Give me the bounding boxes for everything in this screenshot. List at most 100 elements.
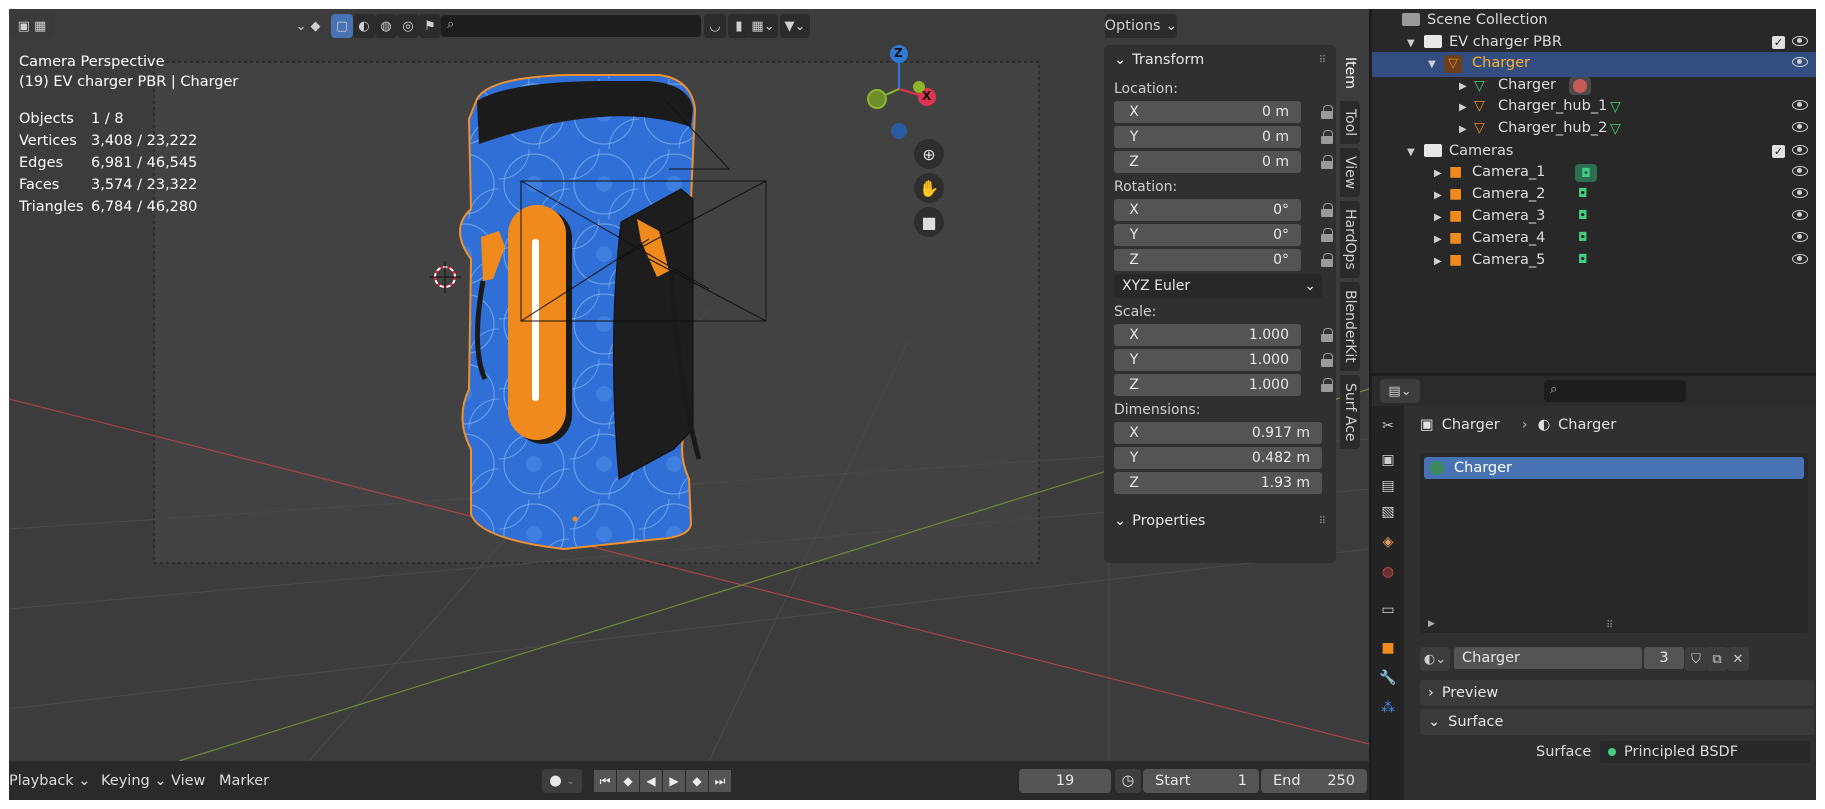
rotation-z-field[interactable]: Z 0° (1114, 249, 1333, 271)
lock-icon[interactable] (1319, 253, 1337, 267)
marker-menu[interactable]: Marker (219, 770, 269, 792)
tab-surf-ace[interactable]: Surf Ace (1340, 374, 1360, 450)
outliner-row-charger-hub-2[interactable]: ▶ ▽ Charger_hub_2 ▽ (1372, 117, 1816, 142)
lock-icon[interactable] (1319, 328, 1337, 342)
tab-tool[interactable]: Tool (1340, 100, 1360, 145)
collection-tab-icon[interactable]: ▭ (1378, 600, 1398, 620)
location-x-field[interactable]: X 0 m (1114, 101, 1333, 123)
eye-icon[interactable] (1792, 100, 1808, 110)
close-icon[interactable]: ✕ (1727, 647, 1749, 671)
resize-handle-icon[interactable]: ⠿ (1606, 620, 1613, 631)
lock-icon[interactable] (1319, 228, 1337, 242)
chevron-down-icon[interactable]: ▼ (1407, 38, 1415, 49)
rotation-x-field[interactable]: X 0° (1114, 199, 1333, 221)
properties-search-input[interactable]: ⌕ (1544, 380, 1686, 402)
chevron-right-icon[interactable]: ▶ (1428, 619, 1435, 629)
preview-section-header[interactable]: › Preview (1420, 680, 1814, 706)
editor-type-icon[interactable]: ▤⌄ (1380, 379, 1420, 403)
end-frame-field[interactable]: End 250 (1261, 769, 1367, 793)
chevron-right-icon[interactable]: ▶ (1434, 256, 1442, 267)
scene-tab-icon[interactable]: ◈ (1378, 532, 1398, 552)
play-reverse-icon[interactable]: ◀ (640, 770, 662, 792)
chevron-down-icon[interactable]: ▼ (1407, 147, 1415, 158)
dimensions-x-field[interactable]: X 0.917 m (1114, 422, 1322, 444)
modifier-wrench-icon[interactable]: 🔧 (1378, 668, 1398, 688)
eye-icon[interactable] (1792, 57, 1808, 67)
eye-icon[interactable] (1792, 36, 1808, 46)
rotation-y-field[interactable]: Y 0° (1114, 224, 1333, 246)
location-y-field[interactable]: Y 0 m (1114, 126, 1333, 148)
eye-icon[interactable] (1792, 188, 1808, 198)
lock-icon[interactable] (1319, 203, 1337, 217)
scale-x-field[interactable]: X 1.000 (1114, 324, 1333, 346)
options-dropdown[interactable]: Options ⌄ (1105, 14, 1177, 38)
camera-view-icon[interactable]: ■ (914, 207, 944, 237)
material-slot-item[interactable]: Charger (1424, 457, 1804, 479)
pan-hand-icon[interactable]: ✋ (914, 173, 944, 203)
chevron-right-icon[interactable]: ▶ (1434, 234, 1442, 245)
restrict-viewport-icon[interactable]: ◍ (375, 14, 397, 38)
render-tab-icon[interactable]: ▣ (1378, 450, 1398, 470)
lock-icon[interactable] (1319, 105, 1337, 119)
outliner-row-camera-5[interactable]: ▶ ■ Camera_5 ◘ (1372, 249, 1816, 274)
eye-icon[interactable] (1792, 145, 1808, 155)
lock-icon[interactable] (1319, 155, 1337, 169)
object-tab-icon[interactable]: ■ (1378, 638, 1398, 658)
world-tab-icon[interactable]: ◍ (1378, 562, 1398, 582)
chevron-right-icon[interactable]: ▶ (1434, 168, 1442, 179)
clock-icon[interactable]: ◷ (1115, 769, 1141, 793)
tab-item[interactable]: Item (1340, 49, 1360, 97)
restrict-indirect-icon[interactable]: ⚑ (419, 14, 441, 38)
chevron-down-icon[interactable]: ▼ (1428, 59, 1436, 70)
chevron-right-icon[interactable]: ▶ (1459, 124, 1467, 135)
material-slot-list[interactable]: Charger ▶ ⠿ (1420, 453, 1808, 633)
play-icon[interactable]: ▶ (663, 770, 685, 792)
tab-blenderkit[interactable]: BlenderKit (1340, 282, 1360, 371)
zoom-icon[interactable]: ⊕ (914, 139, 944, 169)
viewport-search-input[interactable]: ⌕ (441, 15, 701, 37)
eye-icon[interactable] (1792, 166, 1808, 176)
jump-keyframe-forward-icon[interactable]: ◆ (686, 770, 708, 792)
surface-section-header[interactable]: ⌄ Surface (1420, 709, 1814, 735)
start-frame-field[interactable]: Start 1 (1143, 769, 1259, 793)
dimensions-z-field[interactable]: Z 1.93 m (1114, 472, 1322, 494)
output-tab-icon[interactable]: ▤ (1378, 476, 1398, 496)
filter-funnel-icon[interactable]: ▼⌄ (780, 14, 810, 38)
restrict-select-icon[interactable]: ▢ (331, 14, 353, 38)
filter-toggle-icon[interactable]: ◡ (704, 14, 726, 38)
surface-shader-select[interactable]: Principled BSDF (1600, 741, 1810, 763)
material-name-field[interactable]: Charger (1454, 647, 1642, 669)
duplicate-material-icon[interactable]: ⧉ (1706, 647, 1728, 671)
tab-view[interactable]: View (1340, 148, 1360, 198)
fake-user-shield-icon[interactable]: ⛉ (1685, 647, 1707, 671)
jump-keyframe-back-icon[interactable]: ◆ (617, 770, 639, 792)
exclude-checkbox[interactable]: ✓ (1772, 36, 1785, 49)
jump-end-icon[interactable]: ⏭ (709, 770, 731, 792)
location-z-field[interactable]: Z 0 m (1114, 151, 1333, 173)
chevron-right-icon[interactable]: ▶ (1459, 81, 1467, 92)
restrict-holdout-icon[interactable]: ◎ (397, 14, 419, 38)
keying-menu[interactable]: Keying ⌄ (101, 770, 166, 792)
scale-y-field[interactable]: Y 1.000 (1114, 349, 1333, 371)
gizmo-x-label[interactable]: X (922, 89, 931, 103)
current-frame-field[interactable]: 19 (1019, 769, 1111, 793)
overlay-dropdown-icon[interactable]: ⌄ ◆ (293, 14, 323, 38)
eye-icon[interactable] (1792, 122, 1808, 132)
exclude-checkbox[interactable]: ✓ (1772, 145, 1785, 158)
auto-keying-toggle[interactable]: ● ⌄ (542, 769, 582, 793)
tool-tab-icon[interactable]: ✂ (1378, 416, 1398, 436)
3d-viewport[interactable]: Z X ⊕ ✋ ■ ▣ ▦ ⌄ ◆ ▢ ◐ ◍ ◎ ⚑ ⌕ ◡ ▮ ▦⌄ ▼⌄ … (9, 9, 1369, 761)
eye-icon[interactable] (1792, 210, 1808, 220)
jump-start-icon[interactable]: ⏮ (594, 770, 616, 792)
bookmark-icon[interactable]: ▮ (728, 14, 750, 38)
lock-icon[interactable] (1319, 378, 1337, 392)
scale-z-field[interactable]: Z 1.000 (1114, 374, 1333, 396)
drag-handle-icon[interactable]: ⠿ (1319, 516, 1326, 527)
material-users-count[interactable]: 3 (1644, 647, 1684, 669)
drag-handle-icon[interactable]: ⠿ (1319, 55, 1326, 66)
particles-tab-icon[interactable]: ⁂ (1378, 698, 1398, 718)
browse-material-icon[interactable]: ◐⌄ (1420, 647, 1450, 671)
chevron-right-icon[interactable]: ▶ (1434, 190, 1442, 201)
layout-dropdown-icon[interactable]: ▦⌄ (748, 14, 778, 38)
view-menu[interactable]: View (171, 770, 205, 792)
